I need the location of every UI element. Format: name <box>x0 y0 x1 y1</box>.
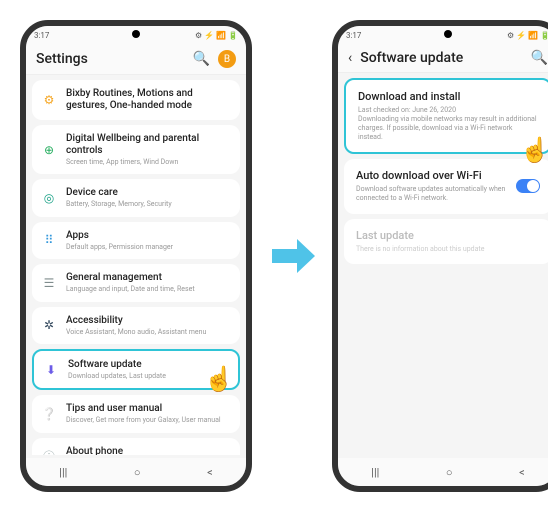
accessibility-icon: ✲ <box>42 318 56 332</box>
settings-item[interactable]: ◎ Device careBattery, Storage, Memory, Se… <box>32 179 240 216</box>
phone-right: 3:17 ⚙ ⚡ 📶 🔋 ‹ Software update 🔍 Downloa… <box>332 20 548 492</box>
general-icon: ☰ <box>42 276 56 290</box>
toggle-switch[interactable] <box>516 179 540 193</box>
device-care-icon: ◎ <box>42 191 56 205</box>
item-sub: Voice Assistant, Mono audio, Assistant m… <box>66 328 230 336</box>
arrow-icon <box>267 231 317 281</box>
nav-recent[interactable]: ||| <box>59 466 67 479</box>
status-time: 3:17 <box>346 31 361 40</box>
settings-item[interactable]: ⊕ Digital Wellbeing and parental controls… <box>32 125 240 174</box>
item-title: Accessibility <box>66 315 230 327</box>
back-icon[interactable]: ‹ <box>348 50 352 66</box>
status-icons: ⚙ ⚡ 📶 🔋 <box>507 31 548 40</box>
nav-recent[interactable]: ||| <box>371 466 379 479</box>
routines-icon: ⚙ <box>42 93 56 107</box>
update-icon: ⬇ <box>44 363 58 377</box>
nav-home[interactable]: ○ <box>134 466 141 479</box>
section-title: Download and install <box>358 90 538 103</box>
section-sub: There is no information about this updat… <box>356 245 540 254</box>
settings-item[interactable]: ⓘAbout phoneStatus, Legal information, P… <box>32 438 240 455</box>
update-section[interactable]: Download and install Last checked on: Jun… <box>344 78 548 154</box>
item-title: Device care <box>66 187 230 199</box>
item-sub: Discover, Get more from your Galaxy, Use… <box>66 416 230 424</box>
phone-left: 3:17 ⚙ ⚡ 📶 🔋 Settings 🔍 B ⚙ Bixby Routine… <box>20 20 252 492</box>
update-list: Download and install Last checked on: Jun… <box>338 73 548 453</box>
item-title: Tips and user manual <box>66 403 230 415</box>
item-title: Bixby Routines, Motions and gestures, On… <box>66 88 230 112</box>
section-sub: Last checked on: June 26, 2020Downloadin… <box>358 106 538 142</box>
avatar[interactable]: B <box>218 50 236 68</box>
nav-back[interactable]: < <box>207 466 213 479</box>
item-title: Digital Wellbeing and parental controls <box>66 133 230 157</box>
item-title: Apps <box>66 230 230 242</box>
item-sub: Default apps, Permission manager <box>66 243 230 251</box>
header: Settings 🔍 B <box>26 44 246 75</box>
section-title: Auto download over Wi-Fi <box>356 169 508 182</box>
page-title: Settings <box>36 51 185 67</box>
nav-back[interactable]: < <box>519 466 525 479</box>
update-section[interactable]: Auto download over Wi-Fi Download softwar… <box>344 159 548 213</box>
camera-notch <box>132 30 140 38</box>
settings-item[interactable]: ❔ Tips and user manualDiscover, Get more … <box>32 395 240 432</box>
item-title: About phone <box>66 446 230 455</box>
wellbeing-icon: ⊕ <box>42 143 56 157</box>
status-icons: ⚙ ⚡ 📶 🔋 <box>195 31 238 40</box>
nav-home[interactable]: ○ <box>446 466 453 479</box>
settings-item[interactable]: ⬇Software updateDownload updates, Last u… <box>32 349 240 390</box>
tips-icon: ❔ <box>42 407 56 421</box>
item-title: General management <box>66 272 230 284</box>
pointer-icon: ☝ <box>520 136 548 164</box>
item-sub: Screen time, App timers, Wind Down <box>66 158 230 166</box>
update-section: Last update There is no information about… <box>344 219 548 264</box>
camera-notch <box>444 30 452 38</box>
settings-item[interactable]: ⠿ AppsDefault apps, Permission manager <box>32 222 240 259</box>
apps-icon: ⠿ <box>42 233 56 247</box>
item-sub: Language and input, Date and time, Reset <box>66 285 230 293</box>
page-title: Software update <box>360 50 522 66</box>
settings-item[interactable]: ☰ General managementLanguage and input, D… <box>32 264 240 301</box>
nav-bar: ||| ○ < <box>338 458 548 486</box>
item-sub: Battery, Storage, Memory, Security <box>66 200 230 208</box>
settings-item[interactable]: ⚙ Bixby Routines, Motions and gestures, O… <box>32 80 240 120</box>
nav-bar: ||| ○ < <box>26 458 246 486</box>
settings-item[interactable]: ✲ AccessibilityVoice Assistant, Mono audi… <box>32 307 240 344</box>
header: ‹ Software update 🔍 <box>338 44 548 73</box>
pointer-icon: ☝ <box>204 365 232 393</box>
section-sub: Download software updates automatically … <box>356 185 508 203</box>
settings-list: ⚙ Bixby Routines, Motions and gestures, O… <box>26 75 246 455</box>
status-bar: 3:17 ⚙ ⚡ 📶 🔋 <box>338 26 548 44</box>
section-title: Last update <box>356 229 540 242</box>
about-icon: ⓘ <box>42 449 56 455</box>
status-time: 3:17 <box>34 31 49 40</box>
search-icon[interactable]: 🔍 <box>193 51 210 67</box>
search-icon[interactable]: 🔍 <box>531 50 548 66</box>
